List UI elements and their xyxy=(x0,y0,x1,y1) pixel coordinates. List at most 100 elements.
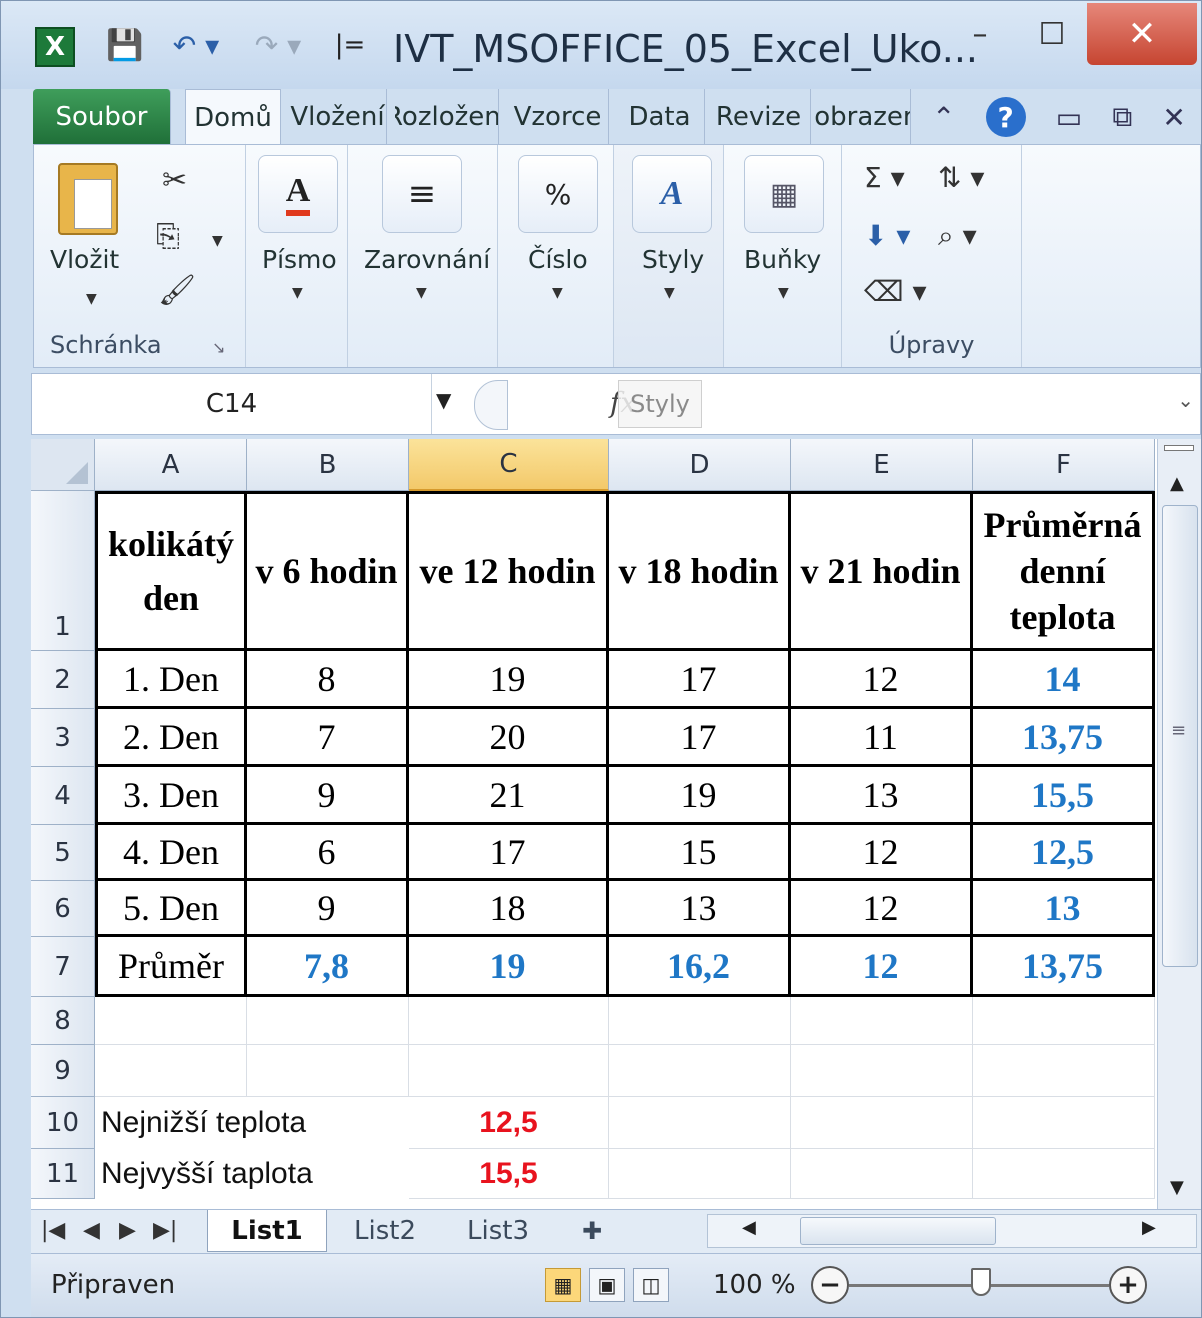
cell-c3[interactable]: 20 xyxy=(409,709,609,767)
cell-e3[interactable]: 11 xyxy=(791,709,973,767)
number-icon[interactable]: % xyxy=(518,155,598,233)
doc-minimize-icon[interactable]: ▭ xyxy=(1056,101,1082,134)
font-dropdown-icon[interactable]: ▼ xyxy=(292,285,303,301)
alignment-button[interactable]: Zarovnání xyxy=(364,245,490,274)
scroll-down-icon[interactable]: ▼ xyxy=(1170,1177,1184,1198)
cell-a7[interactable]: Průměr xyxy=(95,937,247,997)
help-icon[interactable]: ? xyxy=(985,97,1026,137)
row-header-2[interactable]: 2 xyxy=(31,651,95,709)
find-select-icon[interactable]: ⌕ ▾ xyxy=(938,219,977,253)
row-header-1[interactable]: 1 xyxy=(31,491,95,651)
zoom-level[interactable]: 100 % xyxy=(713,1270,796,1300)
redo-icon[interactable]: ↷ ▾ xyxy=(241,23,315,67)
cells-button[interactable]: Buňky xyxy=(744,245,821,274)
cell-c9[interactable] xyxy=(409,1045,609,1097)
formula-bar-handle[interactable] xyxy=(474,380,508,430)
cell-b6[interactable]: 9 xyxy=(247,881,409,937)
first-sheet-icon[interactable]: |◀ xyxy=(41,1218,65,1243)
cell-b7[interactable]: 7,8 xyxy=(247,937,409,997)
cell-f6[interactable]: 13 xyxy=(973,881,1155,937)
cell-c2[interactable]: 19 xyxy=(409,651,609,709)
minimize-button[interactable]: – xyxy=(945,3,1015,65)
row-header-10[interactable]: 10 xyxy=(31,1097,95,1149)
scroll-left-icon[interactable]: ◀ xyxy=(742,1217,756,1238)
expand-formula-bar-icon[interactable]: ⌄ xyxy=(1177,388,1194,412)
zoom-slider-thumb[interactable] xyxy=(971,1268,991,1296)
cell-c4[interactable]: 21 xyxy=(409,767,609,825)
row-header-5[interactable]: 5 xyxy=(31,825,95,881)
paste-button[interactable]: Vložit xyxy=(50,245,119,274)
paste-icon[interactable] xyxy=(58,163,118,235)
cell-e5[interactable]: 12 xyxy=(791,825,973,881)
row-header-8[interactable]: 8 xyxy=(31,997,95,1045)
cell-a2[interactable]: 1. Den xyxy=(95,651,247,709)
header-cell-a[interactable]: kolikátý den xyxy=(95,491,247,651)
tab-home[interactable]: Domů xyxy=(185,89,281,145)
header-cell-f[interactable]: Průměrná denní teplota xyxy=(973,491,1155,651)
row-header-7[interactable]: 7 xyxy=(31,937,95,997)
page-layout-view-icon[interactable]: ▣ xyxy=(589,1268,625,1302)
cell-d8[interactable] xyxy=(609,997,791,1045)
cell-f7[interactable]: 13,75 xyxy=(973,937,1155,997)
fill-icon[interactable]: ⬇ ▾ xyxy=(864,219,910,252)
header-cell-b[interactable]: v 6 hodin xyxy=(247,491,409,651)
tab-review[interactable]: Revize xyxy=(707,89,811,145)
cell-a6[interactable]: 5. Den xyxy=(95,881,247,937)
page-break-view-icon[interactable]: ◫ xyxy=(633,1268,669,1302)
cell-a4[interactable]: 3. Den xyxy=(95,767,247,825)
horizontal-scrollbar[interactable]: ◀ ▶ xyxy=(707,1214,1197,1248)
last-sheet-icon[interactable]: ▶| xyxy=(153,1218,177,1243)
column-header-e[interactable]: E xyxy=(791,439,973,491)
maximize-button[interactable]: ☐ xyxy=(1017,3,1087,65)
styles-icon[interactable]: A xyxy=(632,155,712,233)
cell-e6[interactable]: 12 xyxy=(791,881,973,937)
autosum-icon[interactable]: Σ ▾ xyxy=(864,161,905,194)
vertical-scrollbar[interactable]: ▲ ≡ ▼ xyxy=(1157,439,1201,1209)
cell-b2[interactable]: 8 xyxy=(247,651,409,709)
row-header-6[interactable]: 6 xyxy=(31,881,95,937)
name-box-dropdown-icon[interactable]: ▼ xyxy=(436,388,451,412)
column-header-d[interactable]: D xyxy=(609,439,791,491)
doc-close-icon[interactable]: ✕ xyxy=(1162,101,1185,134)
ribbon-minimize-icon[interactable]: ⌃ xyxy=(932,101,955,134)
header-cell-e[interactable]: v 21 hodin xyxy=(791,491,973,651)
cell-b3[interactable]: 7 xyxy=(247,709,409,767)
column-header-c[interactable]: C xyxy=(409,439,609,491)
header-cell-d[interactable]: v 18 hodin xyxy=(609,491,791,651)
cells-dropdown-icon[interactable]: ▼ xyxy=(778,285,789,301)
next-sheet-icon[interactable]: ▶ xyxy=(119,1218,136,1243)
zoom-out-icon[interactable]: − xyxy=(811,1266,849,1304)
tab-insert[interactable]: Vložení xyxy=(289,89,387,145)
cell-c8[interactable] xyxy=(409,997,609,1045)
sheet-tab-list3[interactable]: List3 xyxy=(443,1210,553,1252)
tab-page-layout[interactable]: Rozložení xyxy=(395,89,499,145)
column-header-f[interactable]: F xyxy=(973,439,1155,491)
cell-e2[interactable]: 12 xyxy=(791,651,973,709)
tab-file[interactable]: Soubor xyxy=(33,89,171,145)
summary-label-10[interactable]: Nejnižší teplota xyxy=(95,1097,409,1149)
save-icon[interactable]: 💾 xyxy=(103,23,147,67)
cell-d4[interactable]: 19 xyxy=(609,767,791,825)
tab-data[interactable]: Data xyxy=(615,89,705,145)
cell-b4[interactable]: 9 xyxy=(247,767,409,825)
cell-f10[interactable] xyxy=(973,1097,1155,1149)
column-header-a[interactable]: A xyxy=(95,439,247,491)
sort-filter-icon[interactable]: ⇅ ▾ xyxy=(938,161,984,194)
excel-app-icon[interactable]: X xyxy=(35,27,75,67)
scroll-up-icon[interactable]: ▲ xyxy=(1170,473,1184,494)
summary-label-11[interactable]: Nejvyšší taplota xyxy=(95,1149,409,1199)
worksheet-grid[interactable]: ABCDEF 1 2 3 4 5 6 7 8 9 10 11 kolikátý den v 6 hod… xyxy=(31,439,1157,1209)
copy-icon[interactable]: ⎘ xyxy=(156,219,180,254)
tab-view[interactable]: Zobrazení xyxy=(813,89,911,145)
undo-icon[interactable]: ↶ ▾ xyxy=(159,23,233,67)
cell-e8[interactable] xyxy=(791,997,973,1045)
cell-b9[interactable] xyxy=(247,1045,409,1097)
cell-f2[interactable]: 14 xyxy=(973,651,1155,709)
prev-sheet-icon[interactable]: ◀ xyxy=(83,1218,100,1243)
row-header-9[interactable]: 9 xyxy=(31,1045,95,1097)
clipboard-launcher-icon[interactable]: ↘ xyxy=(212,338,225,357)
split-handle-icon[interactable] xyxy=(1164,445,1194,451)
zoom-in-icon[interactable]: + xyxy=(1109,1266,1147,1304)
cell-c5[interactable]: 17 xyxy=(409,825,609,881)
clear-icon[interactable]: ⌫ ▾ xyxy=(864,275,927,308)
